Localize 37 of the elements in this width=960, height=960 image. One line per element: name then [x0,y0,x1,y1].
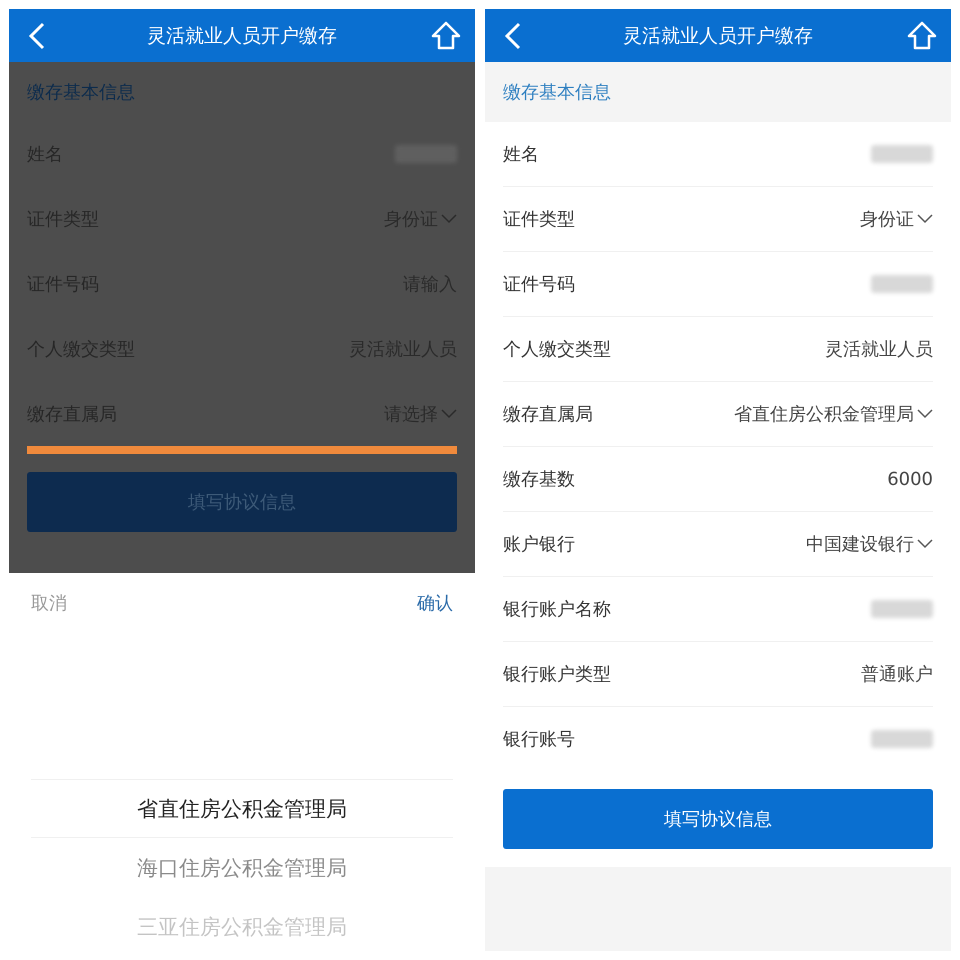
fill-agreement-button[interactable]: 填写协议信息 [503,789,933,849]
field-value: 普通账户 [861,663,933,686]
field-label: 个人缴交类型 [503,338,611,361]
picker-option[interactable]: 三亚住房公积金管理局 [31,897,453,956]
field-value: 6000 [887,468,933,490]
chevron-down-icon [917,539,933,549]
section-title: 缴存基本信息 [503,81,611,104]
redacted-value [871,145,933,163]
confirm-link[interactable]: 确认 [417,591,453,615]
page-title: 灵活就业人员开户缴存 [147,24,337,48]
field-label: 银行账户名称 [503,598,611,621]
field-label: 账户银行 [503,533,575,556]
picker-option[interactable]: 省直住房公积金管理局 [31,779,453,838]
home-icon[interactable] [907,20,937,52]
field-label: 缴存基数 [503,468,575,491]
field-label: 银行账户类型 [503,663,611,686]
redacted-value [871,730,933,748]
field-label: 姓名 [503,143,539,166]
chevron-down-icon [441,214,457,224]
redacted-value [871,600,933,618]
section-title: 缴存基本信息 [27,81,135,104]
field-label: 证件类型 [503,208,575,231]
field-label: 证件号码 [503,273,575,296]
home-icon[interactable] [431,20,461,52]
field-value: 灵活就业人员 [825,338,933,361]
chevron-down-icon [917,409,933,419]
field-label: 银行账号 [503,728,575,751]
picker-option[interactable]: 海口住房公积金管理局 [31,838,453,897]
page-title: 灵活就业人员开户缴存 [623,24,813,48]
field-label: 缴存直属局 [503,403,593,426]
field-value: 身份证 [860,208,914,231]
field-value: 省直住房公积金管理局 [734,403,914,426]
redacted-value [871,275,933,293]
chevron-down-icon [917,214,933,224]
chevron-down-icon [441,409,457,419]
field-value: 中国建设银行 [806,533,914,556]
cancel-link[interactable]: 取消 [31,591,67,615]
